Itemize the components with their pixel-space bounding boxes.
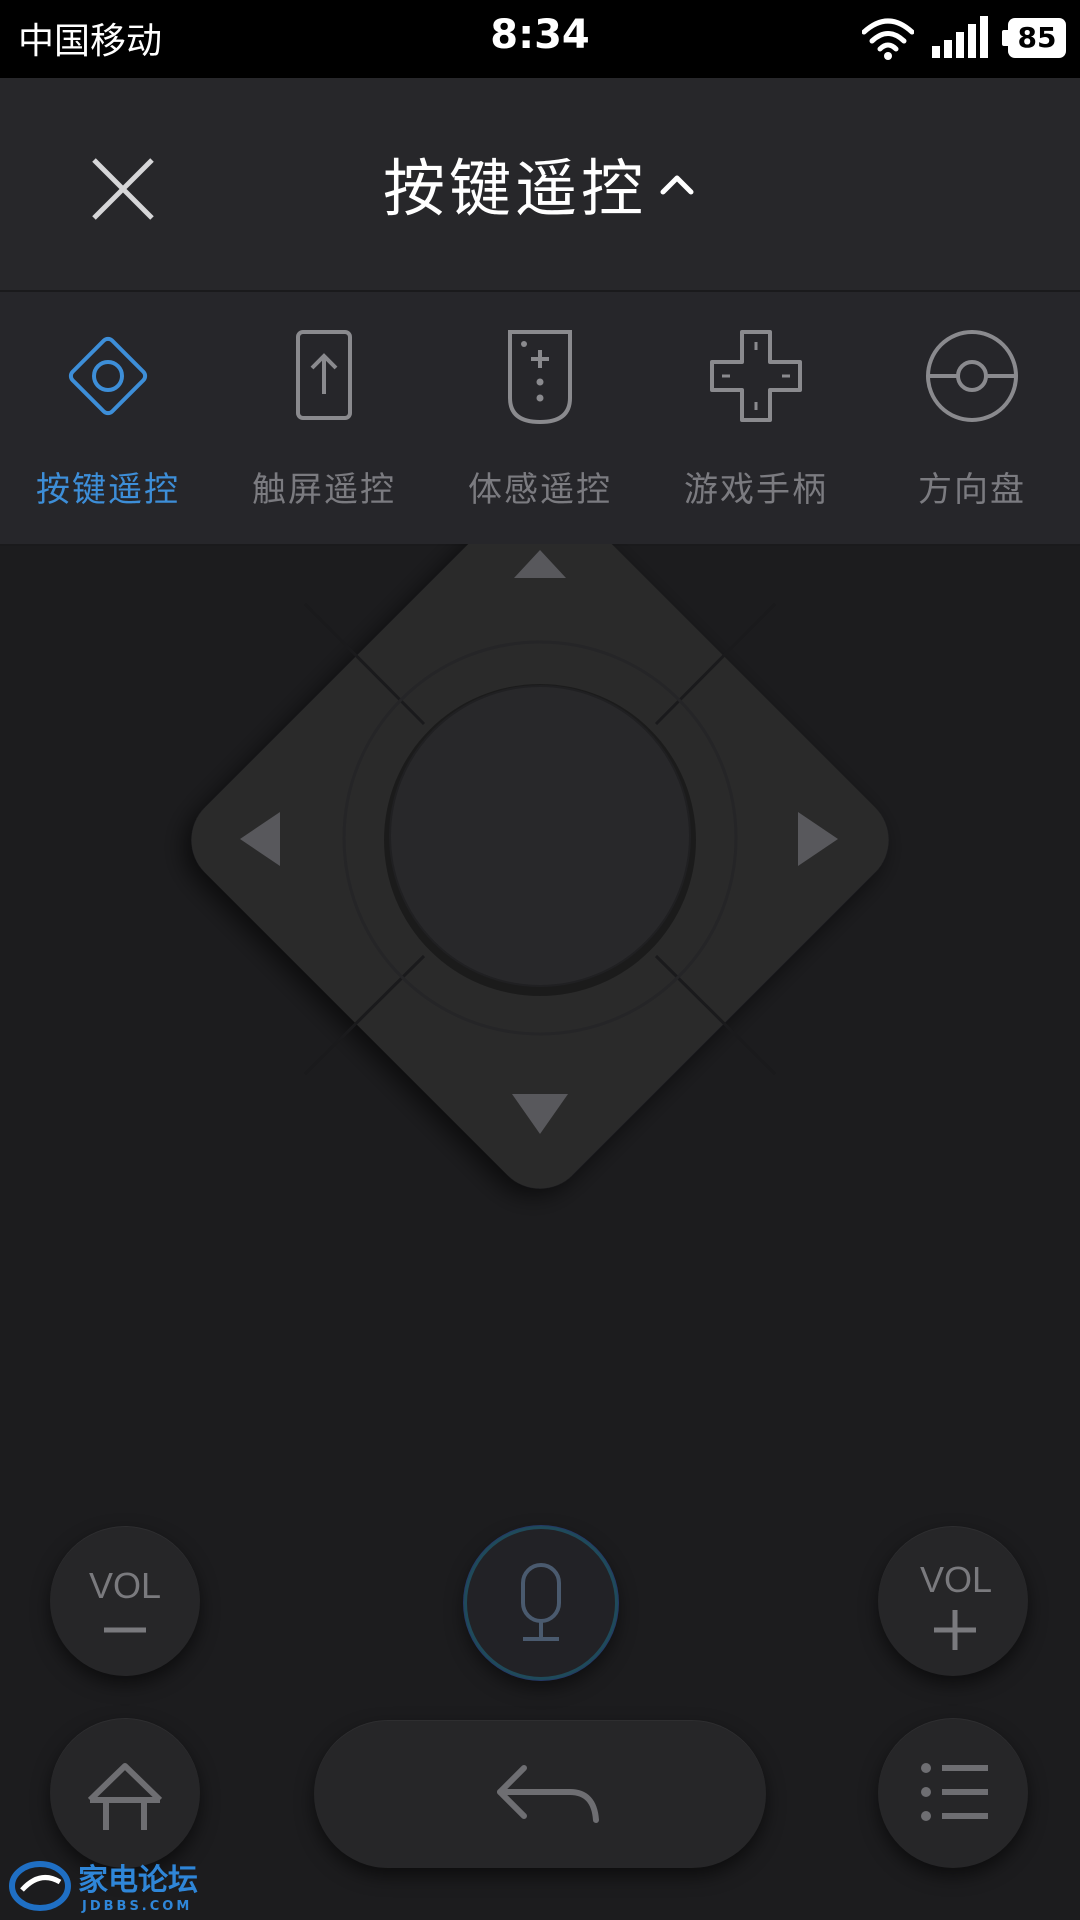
watermark-logo: 家电论坛 JDBBS.COM xyxy=(9,1861,198,1914)
tab-touch-remote[interactable]: 触屏遥控 xyxy=(216,292,432,544)
back-button[interactable] xyxy=(314,1720,766,1868)
battery-level: 85 xyxy=(1008,18,1066,58)
volume-up-icon: VOL xyxy=(920,1559,992,1650)
tab-label: 游戏手柄 xyxy=(684,470,828,510)
diamond-icon xyxy=(68,336,148,416)
remote-icon xyxy=(508,330,572,425)
back-arrow-icon xyxy=(497,1765,599,1823)
page-title: 按键遥控 xyxy=(382,152,647,225)
vol-minus-label: VOL xyxy=(89,1565,161,1606)
vol-plus-label: VOL xyxy=(920,1559,992,1600)
mode-tabs: 按键遥控 触屏遥控 体感遥控 游戏手柄 方向盘 xyxy=(0,292,1080,546)
menu-list-icon xyxy=(921,1763,988,1821)
tab-label: 触屏遥控 xyxy=(252,470,396,510)
volume-down-button[interactable]: VOL xyxy=(50,1526,200,1676)
tab-key-remote[interactable]: 按键遥控 xyxy=(0,292,216,544)
volume-up-button[interactable]: VOL xyxy=(878,1526,1028,1676)
status-bar: 中国移动 8:34 85 xyxy=(0,0,1080,78)
volume-down-icon: VOL xyxy=(89,1565,161,1633)
dpad-left-button[interactable] xyxy=(90,720,340,960)
microphone-icon xyxy=(521,1563,561,1641)
watermark-site: JDBBS.COM xyxy=(81,1899,192,1914)
signal-icon xyxy=(932,16,988,58)
tab-label: 方向盘 xyxy=(918,470,1026,510)
home-button[interactable] xyxy=(50,1718,200,1868)
gamepad-cross-icon xyxy=(710,330,802,422)
voice-button[interactable] xyxy=(464,1526,618,1680)
tab-gamepad[interactable]: 游戏手柄 xyxy=(648,292,864,544)
dpad xyxy=(90,544,990,1189)
tab-motion-remote[interactable]: 体感遥控 xyxy=(432,292,648,544)
status-time: 8:34 xyxy=(490,12,590,58)
wifi-icon xyxy=(862,18,914,60)
touch-upload-icon xyxy=(296,330,352,420)
mode-selector-toggle[interactable]: 按键遥控 xyxy=(0,138,1080,228)
watermark-text: 家电论坛 xyxy=(78,1863,198,1898)
header-bar: 按键遥控 xyxy=(0,78,1080,292)
steering-wheel-icon xyxy=(926,330,1018,422)
tab-steering-wheel[interactable]: 方向盘 xyxy=(864,292,1080,544)
tab-label: 体感遥控 xyxy=(468,470,612,510)
battery-indicator: 85 xyxy=(1002,18,1068,58)
chevron-up-icon xyxy=(660,175,694,195)
dpad-ok-button[interactable] xyxy=(389,685,691,987)
home-icon xyxy=(87,1763,163,1830)
dpad-right-button[interactable] xyxy=(740,720,990,960)
menu-button[interactable] xyxy=(878,1718,1028,1868)
tab-label: 按键遥控 xyxy=(36,470,180,510)
